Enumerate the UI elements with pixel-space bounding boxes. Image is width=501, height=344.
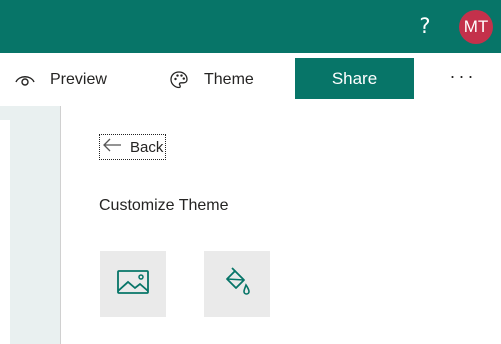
background-image-button[interactable] — [100, 251, 166, 317]
panel-title: Customize Theme — [99, 197, 229, 214]
paint-bucket-icon — [220, 265, 254, 304]
more-options-button[interactable]: ··· — [446, 65, 480, 93]
back-button[interactable]: Back — [99, 134, 167, 160]
customize-theme-panel: Back Customize Theme — [61, 106, 501, 344]
back-label: Back — [130, 138, 164, 156]
palette-icon — [168, 69, 190, 91]
theme-button[interactable]: Theme — [168, 53, 254, 106]
form-canvas — [0, 106, 60, 344]
help-button[interactable]: ? — [414, 12, 436, 40]
image-icon — [116, 268, 150, 301]
preview-label: Preview — [50, 70, 107, 88]
preview-button[interactable]: Preview — [14, 53, 107, 106]
form-card-edge — [0, 120, 10, 344]
command-bar: Preview Theme Share ··· — [0, 53, 501, 106]
share-button[interactable]: Share — [295, 58, 414, 99]
theme-label: Theme — [204, 70, 254, 88]
arrow-left-icon — [102, 137, 122, 157]
eye-icon — [14, 69, 36, 91]
user-avatar[interactable]: MT — [459, 10, 493, 44]
theme-color-button[interactable] — [204, 251, 270, 317]
app-header: ? MT — [0, 0, 501, 53]
